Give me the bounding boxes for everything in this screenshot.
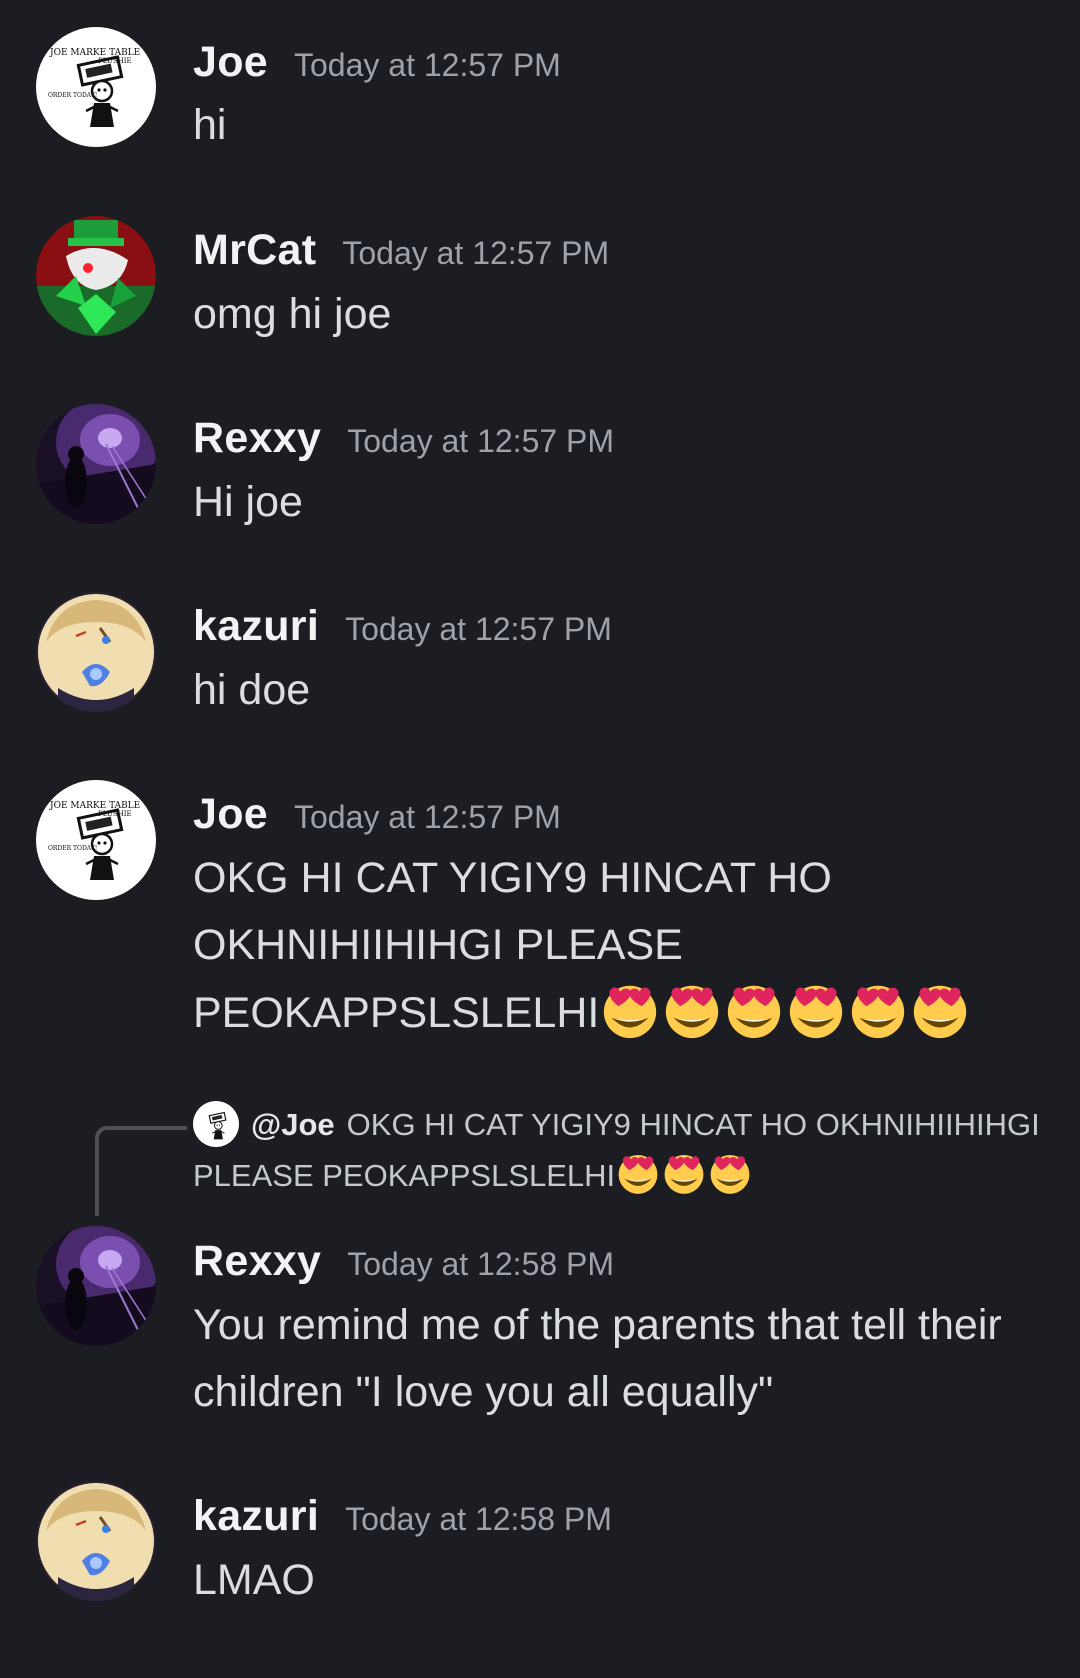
username[interactable]: Rexxy <box>193 1237 321 1286</box>
timestamp: Today at 12:58 PM <box>347 1246 615 1282</box>
message-header: MrCat Today at 12:57 PM <box>193 226 609 275</box>
message-content: omg hi joe <box>193 281 1053 348</box>
message-header: Rexxy Today at 12:57 PM <box>193 414 614 463</box>
reply-connector <box>95 1126 187 1216</box>
avatar[interactable] <box>36 1481 156 1601</box>
avatar-logo-line3: ORDER TODAY! <box>48 92 97 99</box>
timestamp: Today at 12:57 PM <box>347 423 615 459</box>
message-content: OKG HI CAT YIGIY9 HINCAT HO OKHNIHIIHIHG… <box>193 845 1043 1047</box>
heart-eyes-emoji <box>599 979 661 1041</box>
message-text: Hi joe <box>193 478 303 526</box>
reply-author[interactable]: @Joe <box>251 1107 335 1142</box>
timestamp: Today at 12:58 PM <box>345 1501 612 1537</box>
message-content: hi doe <box>193 657 1053 724</box>
message-header: kazuri Today at 12:58 PM <box>193 1492 612 1541</box>
message-text: hi doe <box>193 666 311 714</box>
avatar[interactable] <box>36 592 156 712</box>
heart-eyes-emoji <box>661 1150 707 1196</box>
heart-eyes-emoji <box>847 979 909 1041</box>
timestamp: Today at 12:57 PM <box>342 235 610 271</box>
reply-emoji-row <box>615 1150 753 1196</box>
heart-eyes-emoji <box>909 979 971 1041</box>
reply-avatar <box>193 1101 239 1147</box>
heart-eyes-emoji <box>615 1150 661 1196</box>
timestamp: Today at 12:57 PM <box>294 47 561 83</box>
reply-preview[interactable]: @Joe OKG HI CAT YIGIY9 HINCAT HO OKHNIHII… <box>193 1100 1053 1201</box>
message-header: kazuri Today at 12:57 PM <box>193 602 612 651</box>
avatar-logo-line2: PLUSHIE <box>98 57 132 65</box>
avatar[interactable] <box>36 404 156 524</box>
message-text: hi <box>193 101 227 149</box>
username[interactable]: kazuri <box>193 1492 319 1541</box>
username[interactable]: Joe <box>193 38 268 87</box>
avatar[interactable] <box>36 216 156 336</box>
username[interactable]: MrCat <box>193 226 316 275</box>
message-text: omg hi joe <box>193 290 392 338</box>
message-header: Joe Today at 12:57 PM <box>193 38 561 87</box>
message-text: LMAO <box>193 1556 315 1604</box>
message-content: hi <box>193 92 1053 159</box>
avatar-logo-line2: PLUSHIE <box>98 810 132 818</box>
message-content: LMAO <box>193 1547 1053 1614</box>
message-content: You remind me of the parents that tell t… <box>193 1292 1053 1426</box>
heart-eyes-emoji <box>661 979 723 1041</box>
avatar[interactable]: JOE MARKE TABLE PLUSHIE ORDER TODAY! <box>36 780 156 900</box>
message-header: Joe Today at 12:57 PM <box>193 790 561 839</box>
avatar-logo-line3: ORDER TODAY! <box>48 845 97 852</box>
avatar[interactable]: JOE MARKE TABLE PLUSHIE ORDER TODAY! <box>36 27 156 147</box>
heart-eyes-emoji <box>785 979 847 1041</box>
message-text: You remind me of the parents that tell t… <box>193 1301 1014 1416</box>
emoji-row <box>599 979 971 1041</box>
username[interactable]: Rexxy <box>193 414 321 463</box>
heart-eyes-emoji <box>707 1150 753 1196</box>
message-header: Rexxy Today at 12:58 PM <box>193 1237 614 1286</box>
heart-eyes-emoji <box>723 979 785 1041</box>
username[interactable]: Joe <box>193 790 268 839</box>
username[interactable]: kazuri <box>193 602 319 651</box>
avatar[interactable] <box>36 1226 156 1346</box>
timestamp: Today at 12:57 PM <box>294 799 561 835</box>
timestamp: Today at 12:57 PM <box>345 611 612 647</box>
message-content: Hi joe <box>193 469 1053 536</box>
